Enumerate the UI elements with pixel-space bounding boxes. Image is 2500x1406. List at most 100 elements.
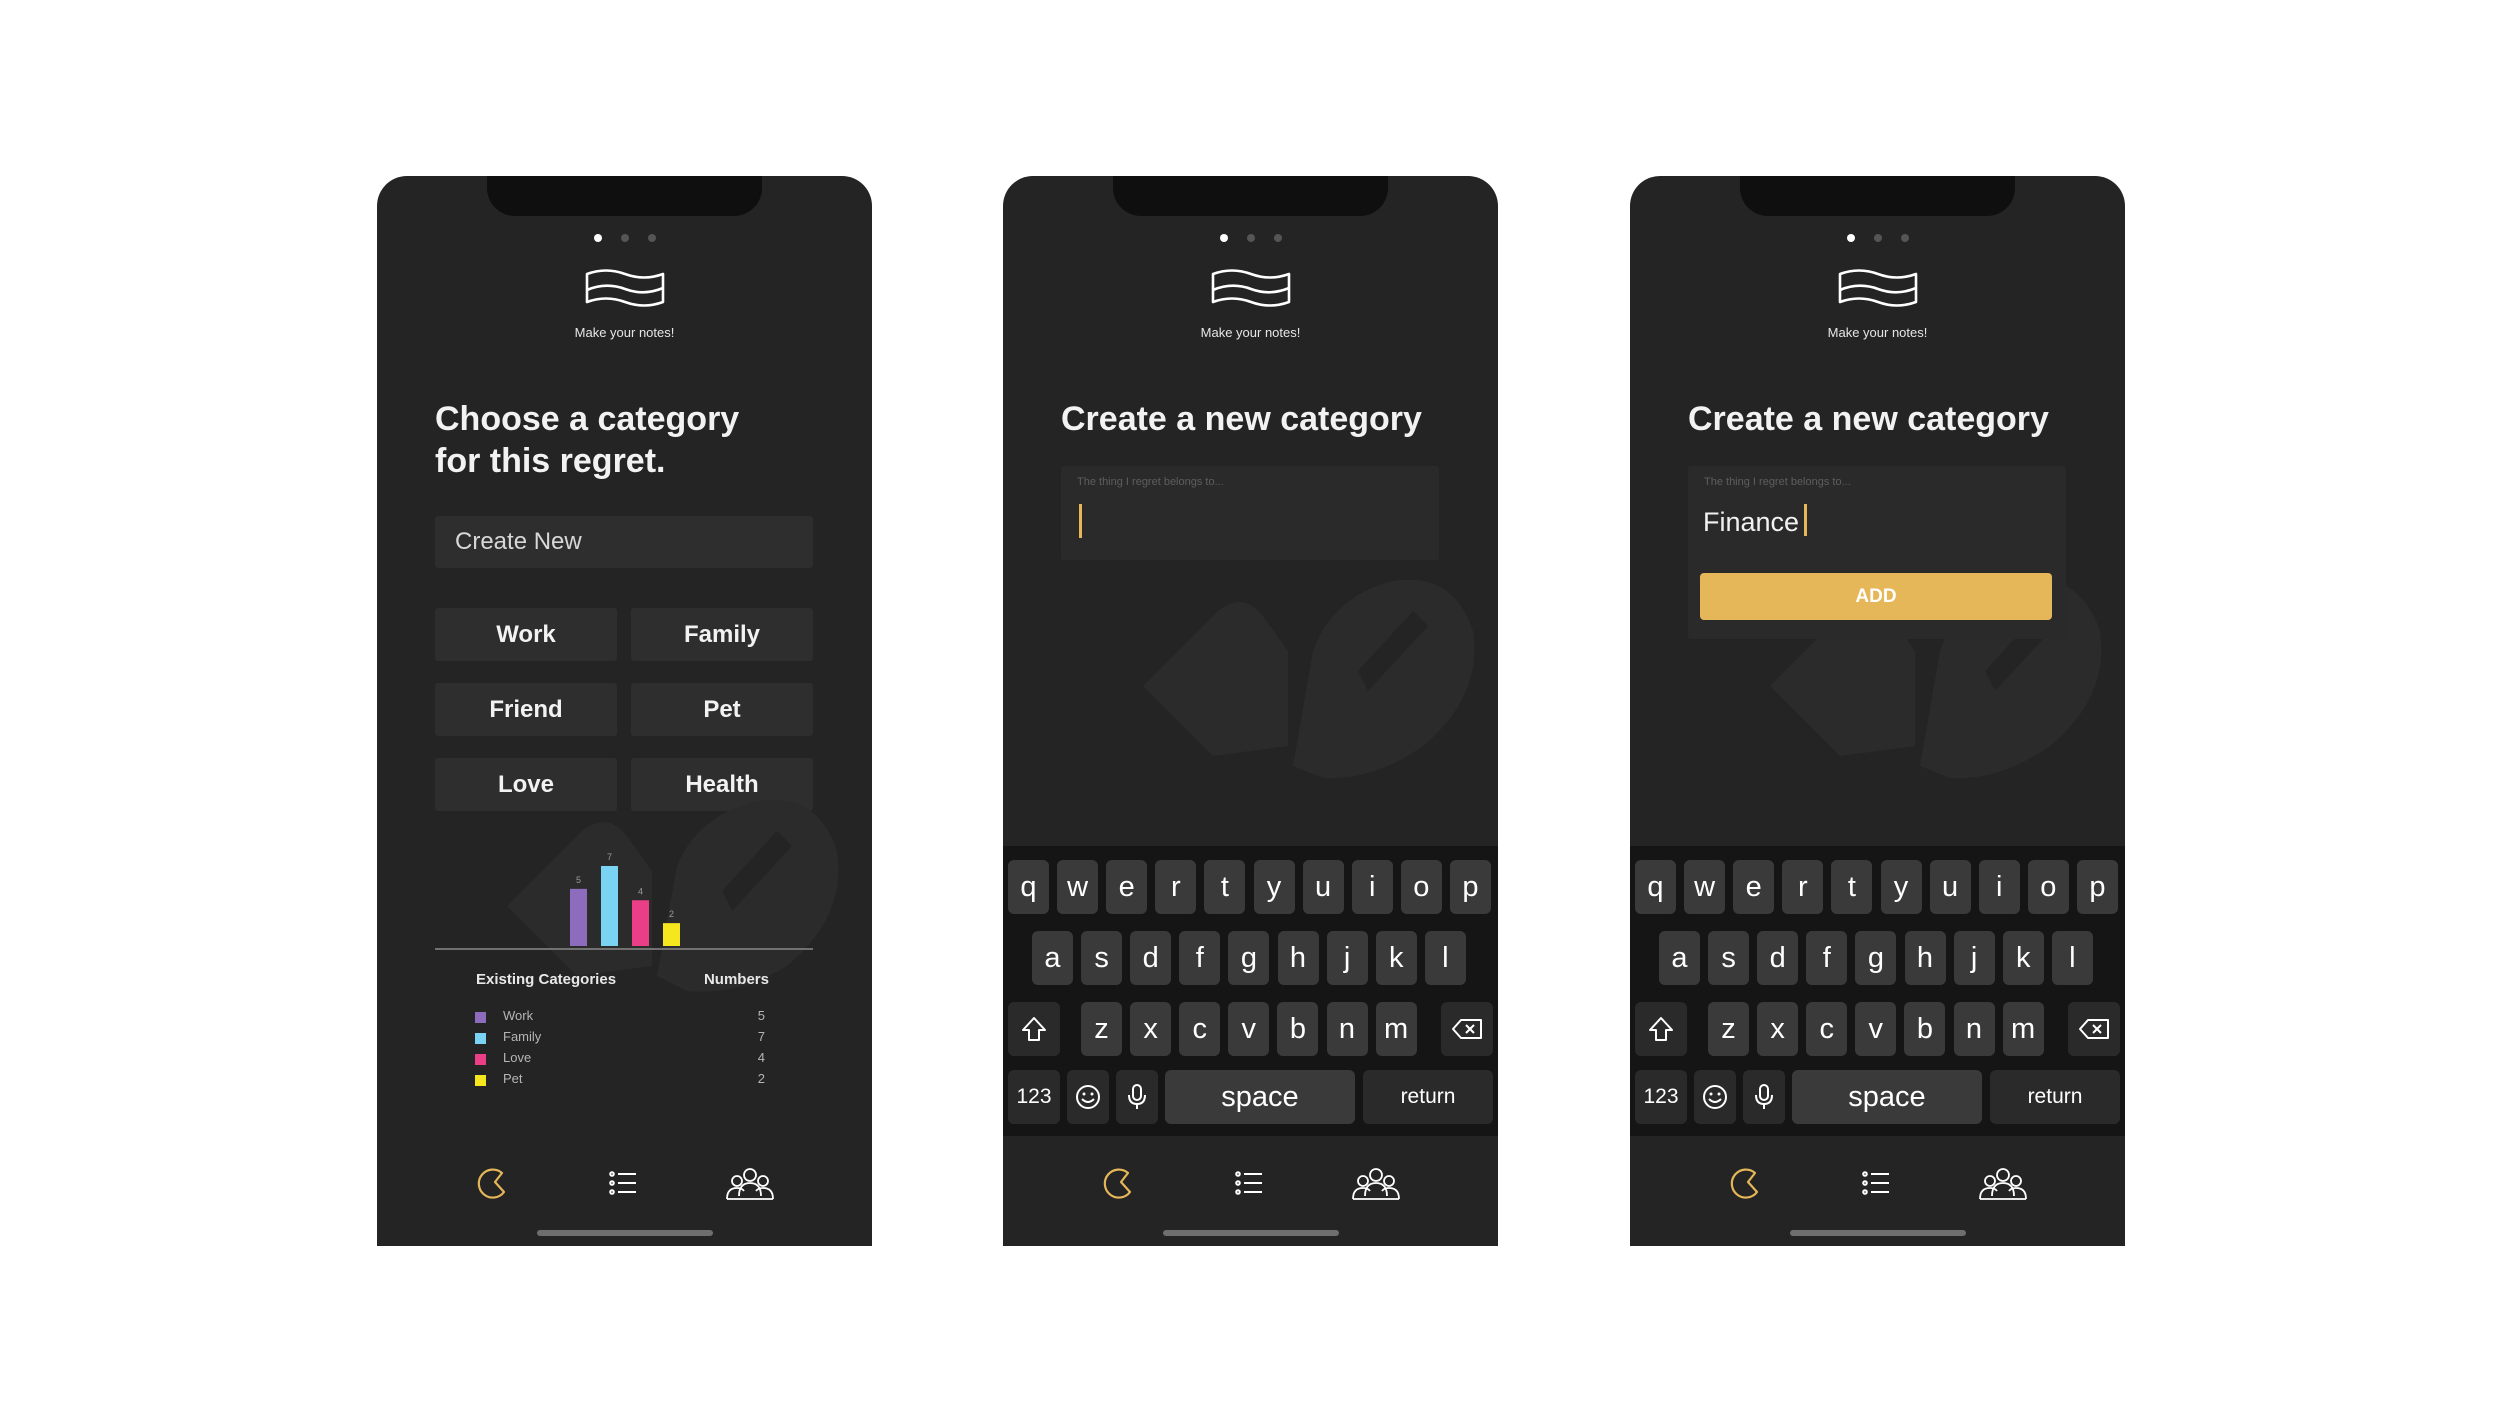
key-o[interactable]: o [1400, 860, 1442, 914]
category-button-pet[interactable]: Pet [631, 683, 813, 736]
key-l[interactable]: l [2051, 931, 2093, 985]
space-key[interactable]: space [1165, 1070, 1355, 1124]
people-icon[interactable] [725, 1166, 775, 1202]
microphone-key[interactable] [1743, 1070, 1785, 1124]
key-v[interactable]: v [1855, 1002, 1897, 1056]
key-g[interactable]: g [1228, 931, 1270, 985]
legend-swatch [475, 1075, 486, 1086]
key-y[interactable]: y [1253, 860, 1295, 914]
key-j[interactable]: j [1326, 931, 1368, 985]
emoji-key[interactable] [1067, 1070, 1109, 1124]
category-button-friend[interactable]: Friend [435, 683, 617, 736]
phone-screen-create-category-empty: Make your notes! Create a new category T… [1003, 176, 1498, 1246]
home-indicator [537, 1230, 713, 1236]
bar-pet [663, 923, 680, 946]
backspace-icon [1452, 1019, 1482, 1039]
category-button-family[interactable]: Family [631, 608, 813, 661]
thumbs-icon [1143, 579, 1475, 779]
key-y[interactable]: y [1880, 860, 1922, 914]
key-z[interactable]: z [1708, 1002, 1749, 1056]
moon-icon[interactable] [475, 1166, 509, 1200]
microphone-key[interactable] [1116, 1070, 1158, 1124]
return-key[interactable]: return [1990, 1070, 2120, 1124]
backspace-key[interactable] [1441, 1002, 1493, 1056]
key-p[interactable]: p [2076, 860, 2118, 914]
key-i[interactable]: i [1351, 860, 1393, 914]
category-name-input[interactable]: Finance [1703, 504, 1808, 539]
list-icon[interactable] [606, 1166, 640, 1200]
key-k[interactable]: k [1375, 931, 1417, 985]
key-d[interactable]: d [1130, 931, 1172, 985]
category-name-input[interactable]: The thing I regret belongs to... [1061, 466, 1439, 560]
key-a[interactable]: a [1659, 931, 1700, 985]
key-e[interactable]: e [1106, 860, 1148, 914]
key-b[interactable]: b [1904, 1002, 1946, 1056]
key-b[interactable]: b [1277, 1002, 1319, 1056]
key-j[interactable]: j [1953, 931, 1995, 985]
key-x[interactable]: x [1130, 1002, 1172, 1056]
space-key[interactable]: space [1792, 1070, 1982, 1124]
key-h[interactable]: h [1904, 931, 1946, 985]
list-icon[interactable] [1859, 1166, 1893, 1200]
phone-screen-choose-category: Make your notes! Choose a category for t… [377, 176, 872, 1246]
key-r[interactable]: r [1782, 860, 1824, 914]
key-h[interactable]: h [1277, 931, 1319, 985]
key-w[interactable]: w [1057, 860, 1099, 914]
list-icon[interactable] [1232, 1166, 1266, 1200]
key-p[interactable]: p [1449, 860, 1491, 914]
key-g[interactable]: g [1855, 931, 1897, 985]
shift-key[interactable] [1635, 1002, 1687, 1056]
return-key[interactable]: return [1363, 1070, 1493, 1124]
backspace-icon [2079, 1019, 2109, 1039]
key-m[interactable]: m [1375, 1002, 1417, 1056]
numbers-key[interactable]: 123 [1008, 1070, 1060, 1124]
key-t[interactable]: t [1204, 860, 1246, 914]
key-z[interactable]: z [1081, 1002, 1122, 1056]
key-f[interactable]: f [1806, 931, 1848, 985]
key-s[interactable]: s [1081, 931, 1123, 985]
backspace-key[interactable] [2068, 1002, 2120, 1056]
people-icon[interactable] [1978, 1166, 2028, 1202]
people-icon[interactable] [1351, 1166, 1401, 1202]
page-title-line-1: Choose a category [435, 400, 740, 438]
legend-value: 7 [757, 1029, 765, 1044]
key-x[interactable]: x [1757, 1002, 1799, 1056]
key-n[interactable]: n [1326, 1002, 1368, 1056]
key-i[interactable]: i [1978, 860, 2020, 914]
legend-header-numbers: Numbers [703, 971, 769, 988]
key-w[interactable]: w [1684, 860, 1726, 914]
create-new-button[interactable]: Create New [435, 516, 813, 568]
key-d[interactable]: d [1757, 931, 1799, 985]
key-k[interactable]: k [2002, 931, 2044, 985]
key-f[interactable]: f [1179, 931, 1221, 985]
key-v[interactable]: v [1228, 1002, 1270, 1056]
key-t[interactable]: t [1831, 860, 1873, 914]
notch [487, 176, 762, 216]
key-o[interactable]: o [2027, 860, 2069, 914]
numbers-key[interactable]: 123 [1635, 1070, 1687, 1124]
category-form-card: The thing I regret belongs to... Finance… [1688, 466, 2066, 639]
emoji-key[interactable] [1694, 1070, 1736, 1124]
key-n[interactable]: n [1953, 1002, 1995, 1056]
page-dot-active [1846, 234, 1855, 242]
moon-icon[interactable] [1728, 1166, 1762, 1200]
key-q[interactable]: q [1008, 860, 1049, 914]
key-q[interactable]: q [1635, 860, 1676, 914]
key-s[interactable]: s [1708, 931, 1750, 985]
key-c[interactable]: c [1179, 1002, 1221, 1056]
key-r[interactable]: r [1155, 860, 1197, 914]
key-a[interactable]: a [1032, 931, 1073, 985]
key-u[interactable]: u [1302, 860, 1344, 914]
notch [1113, 176, 1388, 216]
moon-icon[interactable] [1101, 1166, 1135, 1200]
key-l[interactable]: l [1424, 931, 1466, 985]
page-dot [620, 234, 629, 242]
key-u[interactable]: u [1929, 860, 1971, 914]
shift-key[interactable] [1008, 1002, 1060, 1056]
key-c[interactable]: c [1806, 1002, 1848, 1056]
key-m[interactable]: m [2002, 1002, 2044, 1056]
bar-family [601, 866, 618, 946]
key-e[interactable]: e [1733, 860, 1775, 914]
add-button[interactable]: ADD [1700, 573, 2052, 620]
category-button-work[interactable]: Work [435, 608, 617, 661]
